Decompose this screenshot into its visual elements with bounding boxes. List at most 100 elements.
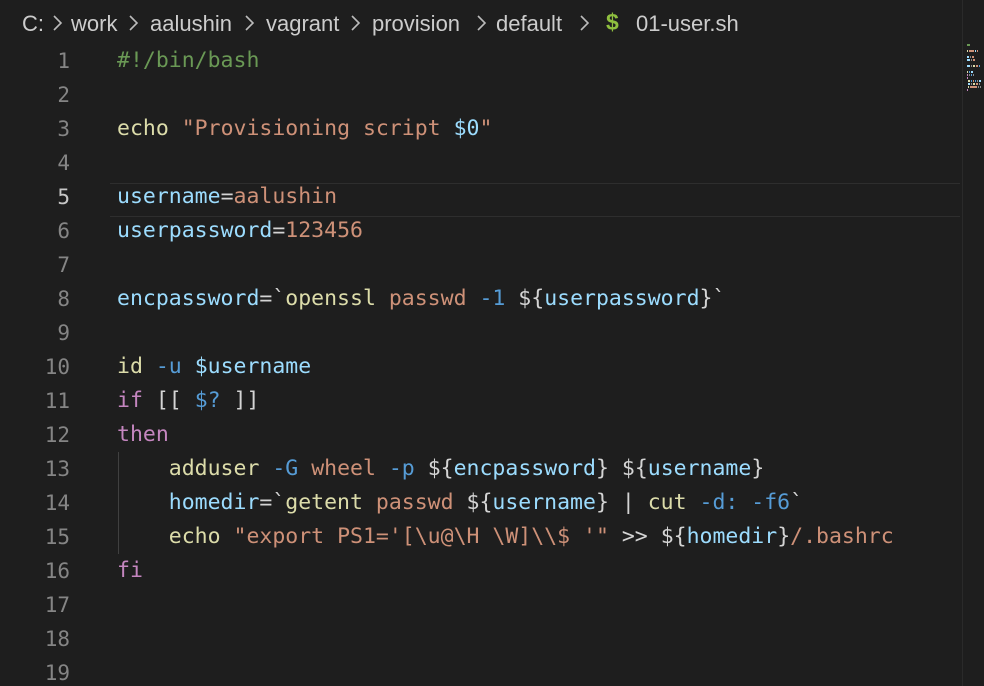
code-line[interactable]: 1 #!/bin/bash [0, 44, 962, 78]
code-token: ]] [233, 388, 260, 413]
code-token: -G [272, 456, 312, 481]
minimap-line [968, 80, 970, 82]
minimap-line [971, 59, 972, 61]
code-line[interactable]: 14 homedir=`getent passwd ${username} | … [0, 486, 962, 520]
code-token: $username [194, 354, 312, 379]
code-token: aalushin [233, 184, 338, 209]
code-line[interactable]: 2 [0, 78, 962, 112]
code-line[interactable]: 5 username=aalushin [0, 180, 962, 214]
code-line[interactable]: 15 echo "export PS1='[\u@\H \W]\\$ '" >>… [0, 520, 962, 554]
code-token: $? [194, 388, 234, 413]
code-token: id [117, 354, 156, 379]
minimap-line [969, 71, 970, 73]
code-text: echo "export PS1='[\u@\H \W]\\$ '" >> ${… [117, 520, 894, 554]
minimap-line [979, 80, 981, 82]
code-line[interactable]: 10 id -u $username [0, 350, 962, 384]
code-token: encpassword [453, 456, 596, 481]
code-line[interactable]: 11 if [[ $? ]] [0, 384, 962, 418]
code-token: username [647, 456, 752, 481]
line-number: 18 [44, 627, 70, 651]
minimap[interactable] [962, 0, 984, 686]
code-token: =` [259, 490, 286, 515]
line-number: 5 [57, 185, 70, 209]
breadcrumb: C: work aalushin vagrant provision defau… [0, 0, 984, 48]
minimap-line [968, 86, 969, 88]
code-line[interactable]: 12 then [0, 418, 962, 452]
breadcrumb-default[interactable]: default [496, 11, 562, 37]
code-line[interactable]: 6 userpassword=123456 [0, 214, 962, 248]
code-line[interactable]: 8 encpassword=`openssl passwd -1 ${userpa… [0, 282, 962, 316]
minimap-line [967, 44, 970, 46]
minimap-line [967, 71, 968, 73]
code-token: /.bashrc [790, 524, 894, 549]
code-token: -1 [479, 286, 519, 311]
code-token: } [777, 524, 791, 549]
code-token: ${ [660, 524, 687, 549]
code-text: #!/bin/bash [117, 44, 259, 78]
chevron-right-icon [127, 8, 141, 38]
code-text: userpassword=123456 [117, 214, 363, 248]
code-line[interactable]: 3 echo "Provisioning script $0" [0, 112, 962, 146]
breadcrumb-file[interactable]: 01-user.sh [636, 11, 739, 37]
chevron-right-icon [51, 8, 65, 38]
line-number: 14 [44, 491, 70, 515]
code-token: } [595, 490, 622, 515]
code-token: "export PS1='[\u@\H \W]\\$ '" [233, 524, 622, 549]
line-number: 2 [57, 83, 70, 107]
minimap-line [973, 80, 974, 82]
breadcrumb-work[interactable]: work [71, 11, 117, 37]
code-token: $0 [453, 116, 480, 141]
code-token: [[ [155, 388, 195, 413]
code-token: openssl [285, 286, 389, 311]
minimap-line [971, 80, 972, 82]
minimap-line [967, 65, 970, 67]
minimap-line [967, 59, 970, 61]
minimap-line [975, 50, 976, 52]
code-token: #!/bin/bash [117, 48, 260, 73]
code-text: adduser -G wheel -p ${encpassword} ${use… [117, 452, 765, 486]
line-number: 16 [44, 559, 70, 583]
code-token: =` [259, 286, 286, 311]
code-token: }` [699, 286, 726, 311]
code-token: ` [790, 490, 804, 515]
minimap-line [971, 71, 973, 73]
breadcrumb-vagrant[interactable]: vagrant [266, 11, 339, 37]
code-token: wheel [311, 456, 389, 481]
code-token: | [621, 490, 648, 515]
minimap-line [973, 59, 975, 61]
breadcrumb-provision[interactable]: provision [372, 11, 460, 37]
code-line[interactable]: 7 [0, 248, 962, 282]
code-line[interactable]: 19 [0, 656, 962, 686]
code-line[interactable]: 4 [0, 146, 962, 180]
code-token: userpassword [544, 286, 700, 311]
code-token: } [595, 456, 622, 481]
code-token: passwd [388, 286, 480, 311]
minimap-line [980, 86, 981, 88]
code-token: ${ [427, 456, 454, 481]
minimap-line [976, 65, 978, 67]
code-line[interactable]: 13 adduser -G wheel -p ${encpassword} ${… [0, 452, 962, 486]
chevron-right-icon [349, 8, 363, 38]
minimap-line [973, 83, 975, 85]
minimap-line [969, 50, 974, 52]
code-token: = [272, 218, 286, 243]
minimap-line [967, 50, 968, 52]
chevron-right-icon [578, 8, 592, 38]
code-token: ${ [466, 490, 493, 515]
minimap-line [972, 56, 974, 58]
code-line[interactable]: 16 fi [0, 554, 962, 588]
line-number: 19 [44, 661, 70, 685]
minimap-line [969, 74, 970, 76]
code-line[interactable]: 18 [0, 622, 962, 656]
line-number: 10 [44, 355, 70, 379]
breadcrumb-aalushin[interactable]: aalushin [150, 11, 232, 37]
code-token: encpassword [117, 286, 260, 311]
code-editor[interactable]: 1 #!/bin/bash 2 3 echo "Provisioning script … [0, 44, 962, 686]
code-token: echo [117, 116, 182, 141]
code-token: username [492, 490, 596, 515]
code-line[interactable]: 17 [0, 588, 962, 622]
breadcrumb-drive[interactable]: C: [22, 11, 44, 37]
code-line[interactable]: 9 [0, 316, 962, 350]
minimap-line [967, 56, 969, 58]
